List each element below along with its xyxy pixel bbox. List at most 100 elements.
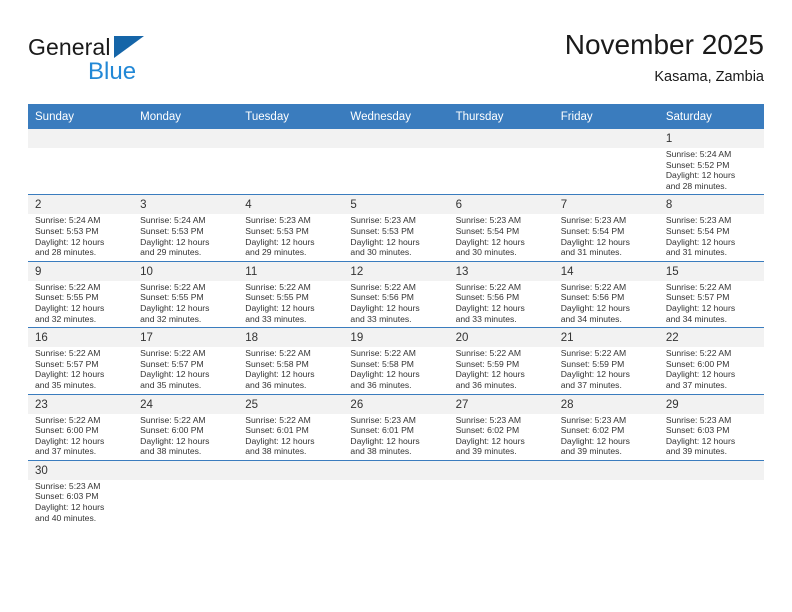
calendar-day-cell[interactable]: 10 Sunrise: 5:22 AM Sunset: 5:55 PM Dayligh… — [133, 261, 239, 329]
calendar-day-cell[interactable]: 19 Sunrise: 5:22 AM Sunset: 5:58 PM Dayligh… — [343, 327, 449, 395]
page-subtitle: Kasama, Zambia — [654, 69, 764, 85]
day-daylight-line1-text: Daylight: 12 hours — [350, 369, 420, 380]
weekday-header-saturday: Saturday — [658, 104, 764, 129]
day-daylight-line1-text: Daylight: 12 hours — [35, 302, 105, 313]
calendar-cell-empty — [448, 129, 554, 196]
calendar-day-cell[interactable]: 9 Sunrise: 5:22 AM Sunset: 5:55 PM Daylight… — [28, 261, 134, 329]
calendar-cell-empty — [553, 460, 659, 527]
calendar-day-cell[interactable]: 28 Sunrise: 5:23 AM Sunset: 6:02 PM Dayligh… — [553, 394, 659, 461]
day-daylight-line2-text: and 36 minutes. — [245, 379, 307, 390]
day-sunset-text: Sunset: 6:00 PM — [665, 358, 730, 369]
day-sun-info: Sunrise: 5:24 AM Sunset: 5:52 PM Daylight:… — [659, 148, 764, 194]
day-number: 11 — [238, 261, 344, 281]
general-blue-logo[interactable]: General Blue — [28, 34, 248, 94]
day-sunset-text: Sunset: 5:53 PM — [140, 225, 204, 236]
day-sunset-text: Sunset: 5:59 PM — [455, 358, 520, 369]
day-sun-info: Sunrise: 5:22 AM Sunset: 5:56 PM Daylight:… — [449, 281, 554, 327]
day-sun-info: Sunrise: 5:23 AM Sunset: 6:02 PM Daylight:… — [449, 414, 554, 460]
calendar-day-cell[interactable]: 17 Sunrise: 5:22 AM Sunset: 5:57 PM Dayligh… — [133, 327, 239, 395]
day-sunrise-text: Sunrise: 5:23 AM — [350, 414, 416, 425]
calendar-day-cell[interactable]: 15 Sunrise: 5:22 AM Sunset: 5:57 PM Dayligh… — [658, 261, 764, 329]
day-number: 23 — [28, 394, 134, 414]
day-sunrise-text: Sunrise: 5:22 AM — [35, 281, 101, 292]
day-daylight-line2-text: and 34 minutes. — [560, 313, 622, 324]
calendar-day-cell[interactable]: 25 Sunrise: 5:22 AM Sunset: 6:01 PM Dayligh… — [238, 394, 344, 461]
day-daylight-line2-text: and 35 minutes. — [35, 379, 97, 390]
day-daylight-line2-text: and 36 minutes. — [455, 379, 517, 390]
calendar-day-cell[interactable]: 12 Sunrise: 5:22 AM Sunset: 5:56 PM Dayligh… — [343, 261, 449, 329]
logo-secondary-text: Blue — [88, 58, 137, 85]
calendar-day-cell[interactable]: 13 Sunrise: 5:22 AM Sunset: 5:56 PM Dayligh… — [448, 261, 554, 329]
day-sunset-text: Sunset: 6:00 PM — [35, 425, 99, 436]
day-sunset-text: Sunset: 5:53 PM — [350, 225, 414, 236]
day-sunrise-text: Sunrise: 5:23 AM — [560, 414, 627, 425]
calendar-day-cell[interactable]: 22 Sunrise: 5:22 AM Sunset: 6:00 PM Dayligh… — [658, 327, 764, 395]
calendar-day-cell[interactable]: 2 Sunrise: 5:24 AM Sunset: 5:53 PM Daylight… — [28, 194, 134, 262]
day-daylight-line2-text: and 37 minutes. — [35, 446, 97, 457]
day-sun-info: Sunrise: 5:23 AM Sunset: 6:03 PM Daylight:… — [28, 480, 133, 526]
day-sunrise-text: Sunrise: 5:22 AM — [245, 348, 311, 359]
day-daylight-line1-text: Daylight: 12 hours — [245, 302, 315, 313]
calendar-day-cell[interactable]: 14 Sunrise: 5:22 AM Sunset: 5:56 PM Dayligh… — [553, 261, 659, 329]
calendar-day-cell[interactable]: 21 Sunrise: 5:22 AM Sunset: 5:59 PM Dayligh… — [553, 327, 659, 395]
day-daylight-line1-text: Daylight: 12 hours — [35, 502, 105, 513]
calendar-day-cell[interactable]: 11 Sunrise: 5:22 AM Sunset: 5:55 PM Dayligh… — [238, 261, 344, 329]
day-sunset-text: Sunset: 5:56 PM — [560, 292, 625, 303]
day-daylight-line2-text: and 29 minutes. — [140, 247, 202, 258]
day-sunrise-text: Sunrise: 5:22 AM — [560, 348, 627, 359]
day-daylight-line1-text: Daylight: 12 hours — [140, 435, 210, 446]
day-sun-info: Sunrise: 5:24 AM Sunset: 5:53 PM Daylight:… — [28, 214, 133, 260]
calendar-day-cell[interactable]: 20 Sunrise: 5:22 AM Sunset: 5:59 PM Dayligh… — [448, 327, 554, 395]
calendar-day-cell[interactable]: 16 Sunrise: 5:22 AM Sunset: 5:57 PM Dayligh… — [28, 327, 134, 395]
day-sunset-text: Sunset: 5:57 PM — [665, 292, 730, 303]
calendar-day-cell[interactable]: 6 Sunrise: 5:23 AM Sunset: 5:54 PM Daylight… — [448, 194, 554, 262]
day-daylight-line1-text: Daylight: 12 hours — [140, 369, 210, 380]
day-daylight-line2-text: and 38 minutes. — [350, 446, 412, 457]
day-sun-info: Sunrise: 5:22 AM Sunset: 6:00 PM Daylight:… — [28, 414, 133, 460]
day-daylight-line2-text: and 30 minutes. — [455, 247, 517, 258]
day-sun-info: Sunrise: 5:23 AM Sunset: 6:02 PM Daylight:… — [554, 414, 659, 460]
calendar-cell-empty — [28, 129, 134, 196]
day-daylight-line1-text: Daylight: 12 hours — [560, 435, 630, 446]
day-sunrise-text: Sunrise: 5:23 AM — [560, 215, 627, 226]
calendar-week-row: 23 Sunrise: 5:22 AM Sunset: 6:00 PM Dayligh… — [28, 394, 764, 461]
day-number — [133, 460, 239, 480]
day-number: 9 — [28, 261, 134, 281]
day-number: 2 — [28, 195, 134, 215]
calendar-day-cell[interactable]: 3 Sunrise: 5:24 AM Sunset: 5:53 PM Daylight… — [133, 194, 239, 262]
day-daylight-line1-text: Daylight: 12 hours — [245, 369, 315, 380]
calendar-day-cell[interactable]: 23 Sunrise: 5:22 AM Sunset: 6:00 PM Dayligh… — [28, 394, 134, 461]
weekday-header-sunday: Sunday — [28, 104, 134, 129]
day-sunrise-text: Sunrise: 5:23 AM — [665, 414, 732, 425]
calendar-cell-empty — [238, 460, 344, 527]
calendar-cell-empty — [658, 460, 764, 527]
day-sunset-text: Sunset: 5:57 PM — [140, 358, 204, 369]
day-daylight-line1-text: Daylight: 12 hours — [560, 369, 630, 380]
day-daylight-line2-text: and 37 minutes. — [665, 379, 727, 390]
day-daylight-line1-text: Daylight: 12 hours — [140, 236, 210, 247]
day-number: 28 — [553, 394, 659, 414]
day-number: 25 — [238, 394, 344, 414]
calendar-day-cell[interactable]: 27 Sunrise: 5:23 AM Sunset: 6:02 PM Dayligh… — [448, 394, 554, 461]
day-number: 6 — [448, 195, 554, 215]
day-daylight-line2-text: and 38 minutes. — [245, 446, 307, 457]
calendar-day-cell[interactable]: 8 Sunrise: 5:23 AM Sunset: 5:54 PM Daylight… — [658, 194, 764, 262]
calendar-day-cell[interactable]: 30 Sunrise: 5:23 AM Sunset: 6:03 PM Dayligh… — [28, 460, 134, 527]
day-daylight-line2-text: and 36 minutes. — [350, 379, 412, 390]
day-number: 4 — [238, 195, 344, 215]
calendar-cell-empty — [238, 129, 344, 196]
day-number: 17 — [133, 328, 239, 348]
day-sun-info: Sunrise: 5:22 AM Sunset: 6:00 PM Daylight:… — [133, 414, 238, 460]
calendar-day-cell[interactable]: 4 Sunrise: 5:23 AM Sunset: 5:53 PM Daylight… — [238, 194, 344, 262]
calendar-day-cell[interactable]: 7 Sunrise: 5:23 AM Sunset: 5:54 PM Daylight… — [553, 194, 659, 262]
calendar-day-cell[interactable]: 26 Sunrise: 5:23 AM Sunset: 6:01 PM Dayligh… — [343, 394, 449, 461]
calendar-day-cell[interactable]: 24 Sunrise: 5:22 AM Sunset: 6:00 PM Dayligh… — [133, 394, 239, 461]
calendar-day-cell[interactable]: 5 Sunrise: 5:23 AM Sunset: 5:53 PM Daylight… — [343, 194, 449, 262]
day-sunset-text: Sunset: 5:53 PM — [245, 225, 309, 236]
day-sun-info: Sunrise: 5:23 AM Sunset: 5:54 PM Daylight:… — [659, 214, 764, 260]
calendar-day-cell[interactable]: 18 Sunrise: 5:22 AM Sunset: 5:58 PM Dayligh… — [238, 327, 344, 395]
logo-primary-text: General — [28, 34, 111, 60]
calendar-day-cell[interactable]: 1 Sunrise: 5:24 AM Sunset: 5:52 PM Daylight… — [658, 129, 764, 196]
calendar-day-cell[interactable]: 29 Sunrise: 5:23 AM Sunset: 6:03 PM Dayligh… — [658, 394, 764, 461]
day-daylight-line1-text: Daylight: 12 hours — [455, 369, 525, 380]
